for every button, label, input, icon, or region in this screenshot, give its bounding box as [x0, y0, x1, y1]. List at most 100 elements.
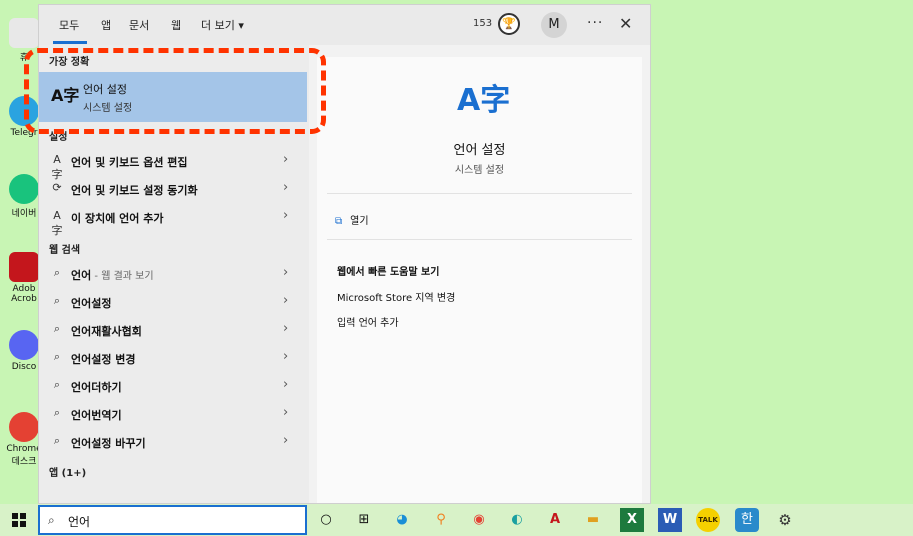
- desktop-icon-label: Telegr: [10, 128, 38, 138]
- best-match-header: 가장 정확: [49, 57, 90, 68]
- telegram-icon: [9, 96, 39, 126]
- hangul-icon[interactable]: 한: [735, 508, 759, 532]
- task-view-icon[interactable]: ⊞: [352, 508, 376, 532]
- settings-item[interactable]: ⟳ 언어 및 키보드 설정 동기화 ›: [39, 175, 307, 203]
- web-result-label: 언어설정 변경: [71, 353, 136, 366]
- preview-pane: A字 언어 설정 시스템 설정 ⧉ 열기 웹에서 빠른 도움말 보기 Micros…: [317, 57, 642, 503]
- desktop-icon-label: 휴: [19, 53, 29, 63]
- web-result-label: 언어더하기: [71, 381, 122, 394]
- web-result-item[interactable]: ⌕ 언어설정 ›: [39, 288, 307, 316]
- tab-web[interactable]: 웹: [171, 17, 181, 33]
- search-icon: ⌕: [53, 350, 61, 363]
- rewards-count: 153: [473, 18, 493, 29]
- open-action[interactable]: ⧉ 열기: [335, 212, 369, 227]
- tab-documents[interactable]: 문서: [129, 17, 149, 33]
- language-settings-icon: A字: [51, 86, 80, 105]
- open-icon: ⧉: [335, 216, 343, 227]
- search-icon: ⌕: [53, 378, 61, 391]
- settings-item[interactable]: A字 언어 및 키보드 옵션 편집 ›: [39, 147, 307, 181]
- active-tab-indicator: [53, 41, 87, 44]
- naver-whale-icon: [9, 174, 39, 204]
- desktop-icon-label: 네이버: [11, 209, 37, 219]
- search-input[interactable]: [68, 511, 288, 531]
- chevron-right-icon: ›: [283, 377, 289, 392]
- kakaotalk-icon[interactable]: TALK: [696, 508, 720, 532]
- web-search-header: 웹 검색: [49, 245, 81, 256]
- language-settings-large-icon: A字: [457, 83, 511, 118]
- chevron-right-icon: ›: [283, 349, 289, 364]
- close-icon[interactable]: ✕: [619, 14, 632, 33]
- sync-icon: ⟳: [52, 181, 62, 194]
- chrome-icon: [9, 412, 39, 442]
- apps-header[interactable]: 앱 (1+): [49, 464, 86, 479]
- web-result-label: 언어: [71, 269, 92, 282]
- word-icon[interactable]: W: [658, 508, 682, 532]
- search-icon: ⌕: [53, 294, 61, 307]
- best-match-subtitle: 시스템 설정: [83, 103, 133, 114]
- settings-item[interactable]: A字 이 장치에 언어 추가 ›: [39, 203, 307, 237]
- divider: [327, 239, 632, 240]
- search-icon: ⌕: [53, 434, 61, 447]
- windows-start-icon[interactable]: [12, 513, 26, 527]
- trophy-icon[interactable]: 🏆: [498, 13, 520, 35]
- tab-bar: 모두 앱 문서 웹 더 보기 ▾ 153 🏆 M ··· ✕: [39, 5, 650, 45]
- web-result-item[interactable]: ⌕ 언어 - 웹 결과 보기 ›: [39, 260, 307, 288]
- settings-item-label: 이 장치에 언어 추가: [71, 212, 164, 225]
- chevron-right-icon: ›: [283, 265, 289, 280]
- search-app-icon[interactable]: ⚲: [429, 508, 453, 532]
- search-icon: ⌕: [48, 513, 55, 527]
- best-match-title: 언어 설정: [83, 83, 127, 96]
- settings-item-label: 언어 및 키보드 설정 동기화: [71, 184, 198, 197]
- settings-gear-icon[interactable]: ⚙: [773, 508, 797, 532]
- tab-all[interactable]: 모두: [59, 17, 79, 33]
- settings-header: 설정: [49, 132, 68, 143]
- tab-apps[interactable]: 앱: [101, 17, 111, 33]
- preview-subtitle: 시스템 설정: [454, 165, 505, 176]
- search-icon: ⌕: [53, 322, 61, 335]
- web-result-item[interactable]: ⌕ 언어설정 바꾸기 ›: [39, 428, 307, 456]
- tab-more[interactable]: 더 보기 ▾: [201, 17, 244, 33]
- chevron-right-icon: ›: [283, 293, 289, 308]
- web-result-item[interactable]: ⌕ 언어재활사협회 ›: [39, 316, 307, 344]
- web-result-label: 언어번역기: [71, 409, 122, 422]
- chevron-right-icon: ›: [283, 180, 289, 195]
- divider: [327, 193, 632, 194]
- file-explorer-icon[interactable]: ▬: [581, 508, 605, 532]
- taskbar-search[interactable]: ⌕: [38, 505, 307, 535]
- avatar[interactable]: M: [541, 12, 567, 38]
- desktop-icon-label: Adob Acrob: [11, 284, 37, 304]
- chevron-right-icon: ›: [283, 433, 289, 448]
- web-result-label: 언어설정 바꾸기: [71, 437, 146, 450]
- web-result-sub: - 웹 결과 보기: [91, 271, 154, 282]
- taskbar: ⌕ ○ ⊞ ◕ ⚲ ◉ ◐ A ▬ X W TALK 한 ⚙: [0, 504, 913, 536]
- web-result-label: 언어설정: [71, 297, 112, 310]
- desktop-icon-label: Chrome 데스크: [6, 444, 42, 467]
- web-result-item[interactable]: ⌕ 언어번역기 ›: [39, 400, 307, 428]
- language-icon: A字: [51, 209, 63, 237]
- help-link[interactable]: 입력 언어 추가: [337, 314, 399, 329]
- naver-whale-icon[interactable]: ◐: [505, 508, 529, 532]
- open-label: 열기: [350, 216, 369, 227]
- web-result-item[interactable]: ⌕ 언어더하기 ›: [39, 372, 307, 400]
- search-window: 모두 앱 문서 웹 더 보기 ▾ 153 🏆 M ··· ✕ 가장 정확 A字 …: [38, 4, 651, 504]
- search-icon: ⌕: [53, 406, 61, 419]
- acrobat-icon[interactable]: A: [543, 508, 567, 532]
- web-result-label: 언어재활사협회: [71, 325, 142, 338]
- chevron-right-icon: ›: [283, 208, 289, 223]
- web-result-item[interactable]: ⌕ 언어설정 변경 ›: [39, 344, 307, 372]
- settings-item-label: 언어 및 키보드 옵션 편집: [71, 156, 188, 169]
- edge-icon[interactable]: ◕: [390, 508, 414, 532]
- cortana-icon[interactable]: ○: [314, 508, 338, 532]
- help-section-title: 웹에서 빠른 도움말 보기: [337, 267, 440, 278]
- help-link[interactable]: Microsoft Store 지역 변경: [337, 289, 455, 304]
- search-icon: ⌕: [53, 266, 61, 279]
- chevron-right-icon: ›: [283, 321, 289, 336]
- acrobat-icon: [9, 252, 39, 282]
- best-match-item[interactable]: A字 언어 설정 시스템 설정: [39, 72, 307, 122]
- more-options-icon[interactable]: ···: [587, 15, 603, 31]
- discord-icon: [9, 330, 39, 360]
- chrome-icon[interactable]: ◉: [467, 508, 491, 532]
- excel-icon[interactable]: X: [620, 508, 644, 532]
- results-list: 가장 정확 A字 언어 설정 시스템 설정 설정 A字 언어 및 키보드 옵션 …: [39, 45, 309, 503]
- chevron-right-icon: ›: [283, 405, 289, 420]
